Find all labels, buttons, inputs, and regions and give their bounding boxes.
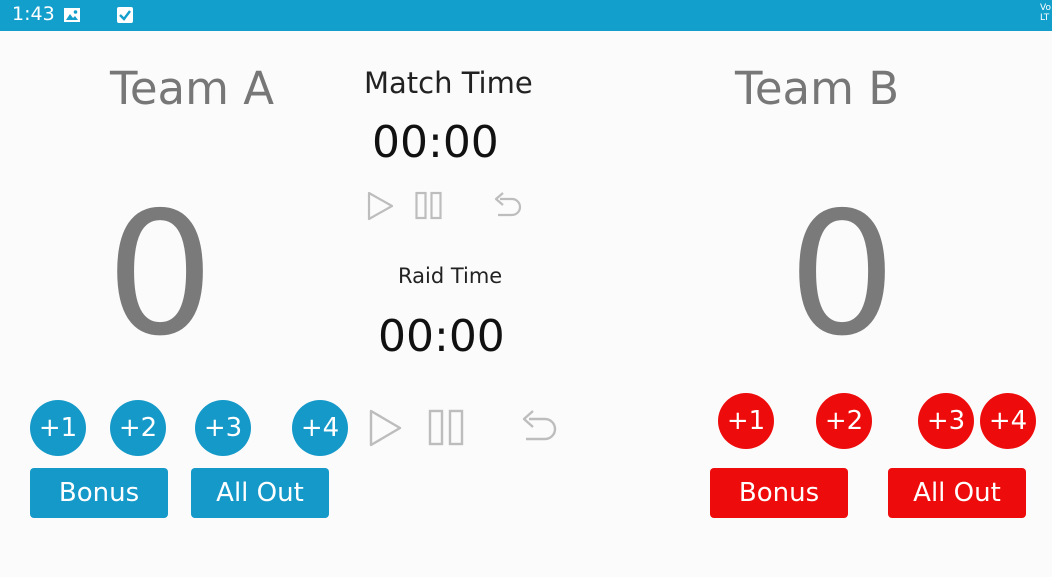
- team-a-plus-1-button[interactable]: +1: [30, 400, 86, 456]
- network-indicator: Vo LT: [1040, 3, 1051, 23]
- team-b-all-out-button[interactable]: All Out: [888, 468, 1026, 518]
- team-a-plus-4-button[interactable]: +4: [292, 400, 348, 456]
- match-pause-icon[interactable]: [415, 191, 443, 221]
- raid-pause-icon[interactable]: [428, 409, 466, 447]
- team-a-plus-3-button[interactable]: +3: [195, 400, 251, 456]
- team-a-plus-2-button[interactable]: +2: [110, 400, 166, 456]
- raid-play-icon[interactable]: [366, 408, 404, 448]
- match-play-icon[interactable]: [364, 190, 396, 222]
- team-b-name: Team B: [735, 62, 900, 115]
- team-b-plus-1-button[interactable]: +1: [718, 393, 774, 449]
- team-a-bonus-button[interactable]: Bonus: [30, 468, 168, 518]
- team-b-bonus-button[interactable]: Bonus: [710, 468, 848, 518]
- status-bar: 1:43 Vo LT: [0, 0, 1052, 31]
- team-b-plus-3-button[interactable]: +3: [918, 393, 974, 449]
- match-time-label: Match Time: [364, 66, 533, 100]
- match-reset-icon[interactable]: [488, 190, 524, 222]
- raid-time-clock: 00:00: [378, 311, 505, 362]
- team-b-plus-4-button[interactable]: +4: [980, 393, 1036, 449]
- match-time-clock: 00:00: [372, 117, 499, 168]
- raid-time-label: Raid Time: [398, 264, 503, 288]
- raid-reset-icon[interactable]: [514, 408, 560, 448]
- checkbox-icon: [116, 6, 134, 24]
- team-b-plus-2-button[interactable]: +2: [816, 393, 872, 449]
- team-b-score: 0: [788, 176, 897, 374]
- image-icon: [63, 6, 81, 24]
- team-a-all-out-button[interactable]: All Out: [191, 468, 329, 518]
- team-a-name: Team A: [110, 62, 275, 115]
- team-a-score: 0: [106, 176, 215, 374]
- status-time: 1:43: [12, 3, 55, 25]
